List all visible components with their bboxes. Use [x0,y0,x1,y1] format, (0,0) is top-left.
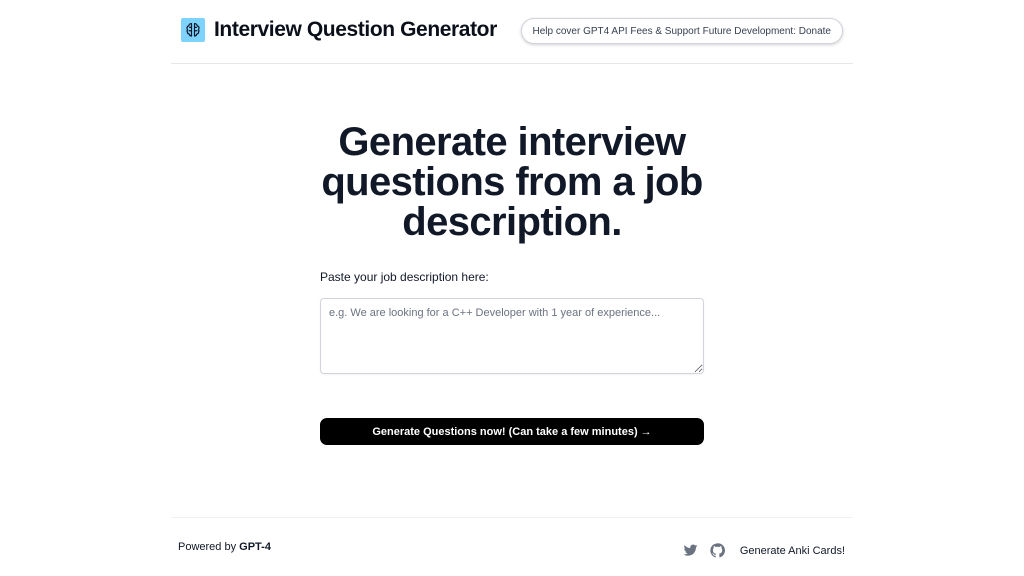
powered-by-model: GPT-4 [239,541,271,553]
powered-by-prefix: Powered by [178,541,240,553]
donate-button[interactable]: Help cover GPT4 API Fees & Support Futur… [520,18,843,44]
job-description-input[interactable] [320,298,704,374]
twitter-icon[interactable] [683,543,699,559]
generate-anki-cards-link[interactable]: Generate Anki Cards! [740,545,845,557]
brain-icon [181,18,205,42]
site-header: Interview Question Generator Help cover … [171,0,853,64]
powered-by: Powered by GPT-4 [178,541,271,553]
brand[interactable]: Interview Question Generator [181,18,497,42]
generate-questions-button[interactable]: Generate Questions now! (Can take a few … [320,418,704,445]
hero-heading: Generate interview questions from a job … [321,120,703,244]
app-title: Interview Question Generator [214,18,497,41]
github-icon[interactable] [710,543,726,559]
job-description-label: Paste your job description here: [320,270,489,284]
footer-links: Generate Anki Cards! [683,543,845,559]
footer-divider [171,517,853,518]
